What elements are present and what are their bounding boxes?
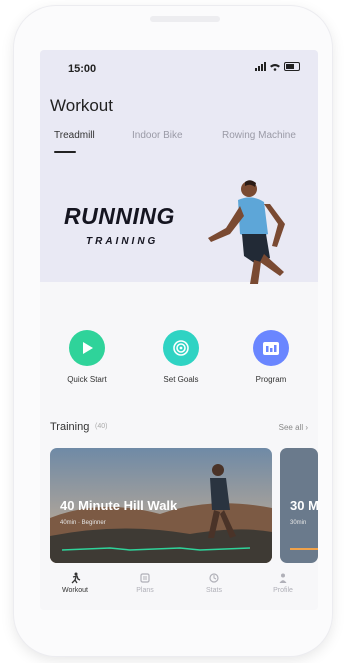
- nav-workout[interactable]: Workout: [45, 572, 105, 594]
- card-meta: 30min: [290, 520, 307, 526]
- nav-plans-label: Plans: [136, 587, 154, 594]
- program-label: Program: [255, 375, 287, 384]
- target-icon: [163, 330, 199, 366]
- training-section-header: Training (40) See all ›: [50, 421, 308, 437]
- stats-icon: [209, 573, 219, 583]
- nav-stats[interactable]: Stats: [184, 572, 244, 594]
- nav-stats-label: Stats: [206, 587, 222, 594]
- training-cards: 40 Minute Hill Walk 40min · Beginner 30 …: [50, 448, 318, 563]
- training-count: (40): [95, 423, 108, 430]
- calendar-icon: [253, 330, 289, 366]
- training-card-hill-walk[interactable]: 40 Minute Hill Walk 40min · Beginner: [50, 448, 272, 563]
- tab-treadmill[interactable]: Treadmill: [54, 130, 95, 141]
- active-tab-indicator: [54, 151, 76, 153]
- battery-icon: [284, 62, 300, 71]
- play-icon: [69, 330, 105, 366]
- bottom-nav: Workout Plans Stats Profile: [40, 568, 318, 610]
- runner-illustration: [208, 180, 285, 284]
- nav-profile[interactable]: Profile: [253, 572, 313, 594]
- see-all-label: See all: [278, 423, 304, 432]
- tab-indoor-bike[interactable]: Indoor Bike: [132, 130, 183, 141]
- quick-actions: Quick Start Set Goals Program: [40, 330, 318, 400]
- nav-profile-label: Profile: [273, 587, 293, 594]
- program-button[interactable]: Program: [231, 330, 311, 384]
- hero-subtitle: TRAINING: [86, 236, 159, 247]
- card-title: 30 M: [290, 498, 318, 513]
- wifi-icon: [270, 63, 280, 71]
- status-time: 15:00: [68, 63, 97, 75]
- tab-rowing-machine[interactable]: Rowing Machine: [222, 130, 296, 141]
- tab-bar: Treadmill Indoor Bike Rowing Machine: [54, 130, 318, 154]
- hero-title: RUNNING: [64, 203, 175, 229]
- person-icon: [279, 573, 287, 583]
- quick-start-button[interactable]: Quick Start: [47, 330, 127, 384]
- training-card-partial[interactable]: 30 M 30min: [280, 448, 318, 563]
- signal-icon: [255, 62, 266, 71]
- card-title: 40 Minute Hill Walk: [60, 498, 178, 513]
- set-goals-button[interactable]: Set Goals: [141, 330, 221, 384]
- see-all-link[interactable]: See all ›: [279, 423, 308, 432]
- runner-icon: [71, 572, 81, 584]
- set-goals-label: Set Goals: [163, 375, 199, 384]
- app-screen: 15:00 Workout Treadmill Indoor Bike Rowi…: [40, 50, 318, 610]
- status-icons: [255, 62, 300, 71]
- card-meta: 40min · Beginner: [60, 520, 106, 526]
- nav-plans[interactable]: Plans: [115, 572, 175, 594]
- training-title: Training: [50, 421, 90, 433]
- phone-speaker: [150, 16, 220, 22]
- card-progress-line: [290, 548, 318, 550]
- page-title: Workout: [50, 96, 113, 115]
- plans-icon: [140, 573, 150, 583]
- quick-start-label: Quick Start: [67, 375, 107, 384]
- nav-workout-label: Workout: [62, 587, 88, 594]
